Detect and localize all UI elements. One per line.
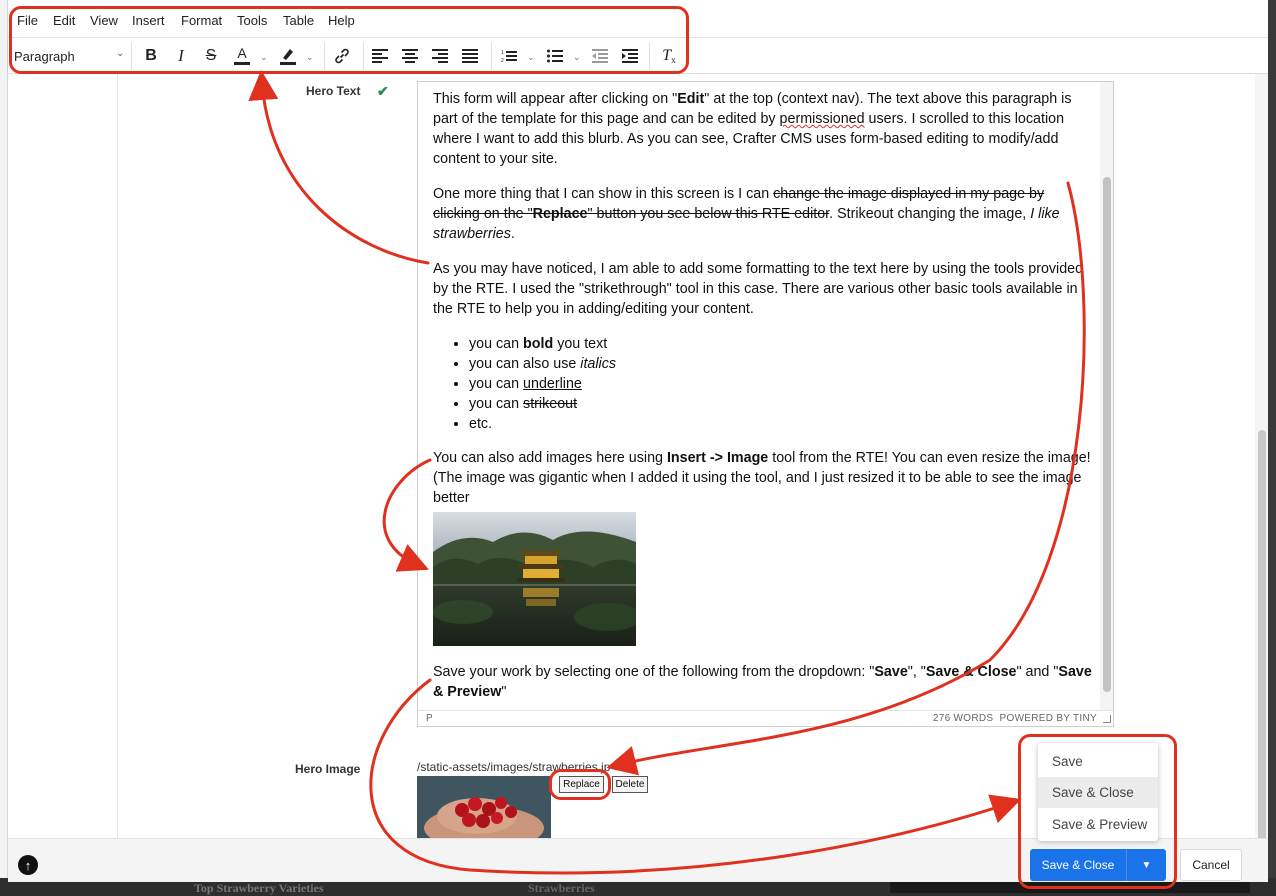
numbered-list-icon[interactable]: 12	[500, 45, 518, 67]
menu-edit[interactable]: Edit	[53, 13, 75, 28]
save-close-option[interactable]: Save & Close	[1038, 777, 1158, 808]
text-color-icon[interactable]: A	[233, 45, 251, 67]
background-page-edge	[0, 0, 8, 896]
align-right-icon[interactable]	[431, 45, 449, 67]
rte-statusbar: P 276 WORDS POWERED BY TINY	[418, 710, 1113, 726]
strawberries-thumbnail	[417, 776, 551, 838]
list-item: you can also use italics	[469, 354, 1093, 374]
svg-text:1: 1	[501, 50, 504, 56]
menu-file[interactable]: File	[17, 13, 38, 28]
rte-paragraph: You can also add images here using Inser…	[433, 450, 1091, 506]
replace-button[interactable]: Replace	[559, 776, 604, 793]
italic-icon[interactable]: I	[173, 45, 189, 67]
save-preview-option[interactable]: Save & Preview	[1038, 809, 1158, 840]
indent-icon[interactable]	[621, 45, 639, 67]
rte-content[interactable]: This form will appear after clicking on …	[433, 89, 1093, 717]
rte-paragraph: As you may have noticed, I am able to ad…	[433, 261, 1084, 317]
numbered-list-chevron-icon[interactable]: ⌄	[527, 52, 535, 63]
background-heading-text: Top Strawberry Varieties	[194, 881, 324, 895]
block-format-value: Paragraph	[14, 48, 75, 64]
list-item: you can underline	[469, 374, 1093, 394]
list-item: you can strikeout	[469, 394, 1093, 414]
word-count: 276 WORDS POWERED BY TINY	[932, 713, 1097, 724]
scroll-up-icon[interactable]: ↑	[18, 855, 38, 875]
text-color-chevron-icon[interactable]: ⌄	[260, 52, 268, 63]
hero-image-label: Hero Image	[295, 762, 361, 776]
menu-insert[interactable]: Insert	[132, 13, 165, 28]
align-center-icon[interactable]	[401, 45, 419, 67]
caret-down-icon: ▼	[1141, 859, 1152, 871]
list-item: you can bold you text	[469, 334, 1093, 354]
clear-formatting-icon[interactable]: Tx	[659, 45, 679, 67]
menu-tools[interactable]: Tools	[237, 13, 267, 28]
rte-bullet-list: you can bold you text you can also use i…	[469, 334, 1093, 434]
highlight-color-icon[interactable]	[278, 45, 298, 67]
menu-table[interactable]: Table	[283, 13, 314, 28]
background-heading-text-2: Strawberries	[528, 881, 595, 895]
menu-format[interactable]: Format	[181, 13, 222, 28]
strikethrough-icon[interactable]: S	[202, 45, 220, 67]
save-options-menu: Save Save & Close Save & Preview	[1038, 743, 1158, 841]
rte-paragraph: One more thing that I can show in this s…	[433, 186, 1060, 242]
save-close-button[interactable]: Save & Close	[1030, 849, 1126, 881]
menu-help[interactable]: Help	[328, 13, 355, 28]
hero-image-path: /static-assets/images/strawberries.jp	[417, 760, 611, 774]
delete-button[interactable]: Delete	[612, 776, 648, 793]
save-options-dropdown-button[interactable]: ▼	[1126, 849, 1166, 881]
bold-icon[interactable]: B	[142, 45, 160, 67]
temple-image[interactable]	[433, 512, 636, 646]
cancel-button[interactable]: Cancel	[1180, 849, 1242, 881]
align-left-icon[interactable]	[371, 45, 389, 67]
form-scrollbar[interactable]	[1255, 74, 1268, 842]
svg-text:2: 2	[501, 58, 504, 63]
hero-text-label: Hero Text	[306, 84, 361, 98]
outdent-icon[interactable]	[591, 45, 609, 67]
block-format-select[interactable]: Paragraph ⌄	[14, 45, 126, 67]
rte-scrollbar[interactable]	[1100, 82, 1113, 710]
rte-scrollbar-thumb[interactable]	[1103, 177, 1111, 692]
element-path[interactable]: P	[426, 713, 433, 724]
edit-form-dialog: File Edit View Insert Format Tools Table…	[8, 0, 1268, 882]
list-item: etc.	[469, 414, 1093, 434]
bullet-list-chevron-icon[interactable]: ⌄	[573, 52, 581, 63]
resize-handle-icon[interactable]	[1103, 715, 1111, 723]
rte-paragraph: This form will appear after clicking on …	[433, 91, 1072, 167]
form-scrollbar-thumb[interactable]	[1258, 430, 1266, 842]
bullet-list-icon[interactable]	[546, 45, 564, 67]
highlight-chevron-icon[interactable]: ⌄	[306, 52, 314, 63]
rich-text-editor[interactable]: This form will appear after clicking on …	[417, 81, 1114, 727]
save-option[interactable]: Save	[1038, 746, 1158, 777]
rte-toolbar: Paragraph ⌄ B I S A ⌄ ⌄ 12 ⌄ ⌄ T x	[8, 38, 1268, 74]
align-justify-icon[interactable]	[461, 45, 479, 67]
chevron-down-icon: ⌄	[116, 48, 125, 59]
rte-paragraph: Save your work by selecting one of the f…	[433, 664, 1092, 700]
dialog-footer: ↑ Save & Close ▼ Cancel	[8, 838, 1268, 882]
link-icon[interactable]	[331, 45, 353, 67]
valid-check-icon: ✔	[377, 83, 389, 99]
rte-menubar: File Edit View Insert Format Tools Table…	[8, 0, 1268, 38]
menu-view[interactable]: View	[90, 13, 118, 28]
